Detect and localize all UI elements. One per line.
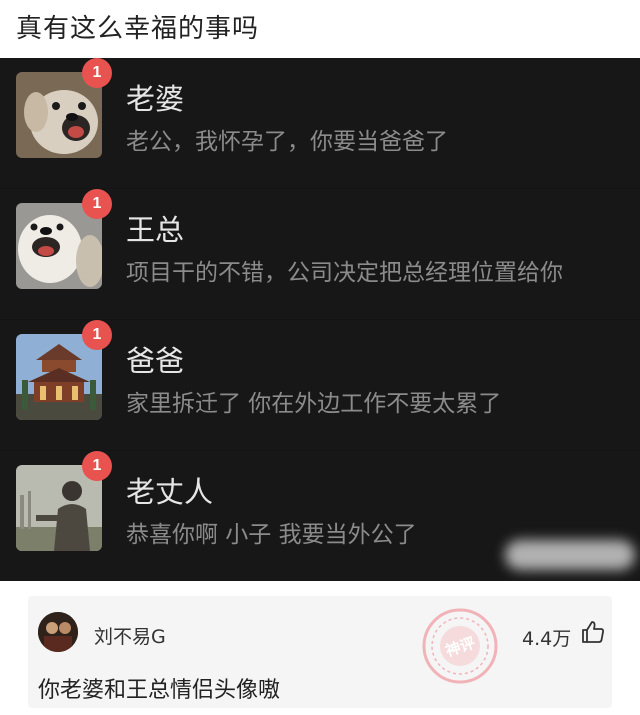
commenter-avatar[interactable] (38, 612, 78, 652)
commenter-username[interactable]: 刘不易G (94, 622, 166, 649)
contact-name: 王总 (126, 213, 185, 247)
thumbs-up-icon[interactable] (581, 620, 605, 644)
top-comment-card: 刘不易G 你老婆和王总情侣头像嗷 4.4万 (28, 596, 612, 708)
god-comment-stamp-icon: 神评 (422, 608, 498, 684)
post-title: 真有这么幸福的事吗 (16, 14, 260, 44)
unread-badge: 1 (82, 58, 112, 88)
unread-badge: 1 (82, 189, 112, 219)
comment-text: 你老婆和王总情侣头像嗷 (38, 678, 281, 703)
contact-name: 爸爸 (126, 344, 185, 378)
contact-name: 老婆 (126, 82, 185, 116)
message-preview: 恭喜你啊 小子 我要当外公了 (126, 522, 417, 548)
chat-list-screenshot: 1 老婆 老公，我怀孕了，你要当爸爸了 1 王总 项目干的不错，公司决定把总经理… (0, 58, 640, 581)
blur-smudge (505, 540, 635, 570)
chat-row-dad[interactable]: 1 爸爸 家里拆迁了 你在外边工作不要太累了 (0, 320, 640, 450)
unread-badge: 1 (82, 451, 112, 481)
unread-badge: 1 (82, 320, 112, 350)
chat-row-boss[interactable]: 1 王总 项目干的不错，公司决定把总经理位置给你 (0, 189, 640, 319)
like-count: 4.4万 (522, 628, 572, 650)
contact-name: 老丈人 (126, 475, 214, 509)
message-preview: 项目干的不错，公司决定把总经理位置给你 (126, 260, 563, 286)
message-preview: 老公，我怀孕了，你要当爸爸了 (126, 129, 448, 155)
chat-row-wife[interactable]: 1 老婆 老公，我怀孕了，你要当爸爸了 (0, 58, 640, 188)
message-preview: 家里拆迁了 你在外边工作不要太累了 (126, 391, 502, 417)
